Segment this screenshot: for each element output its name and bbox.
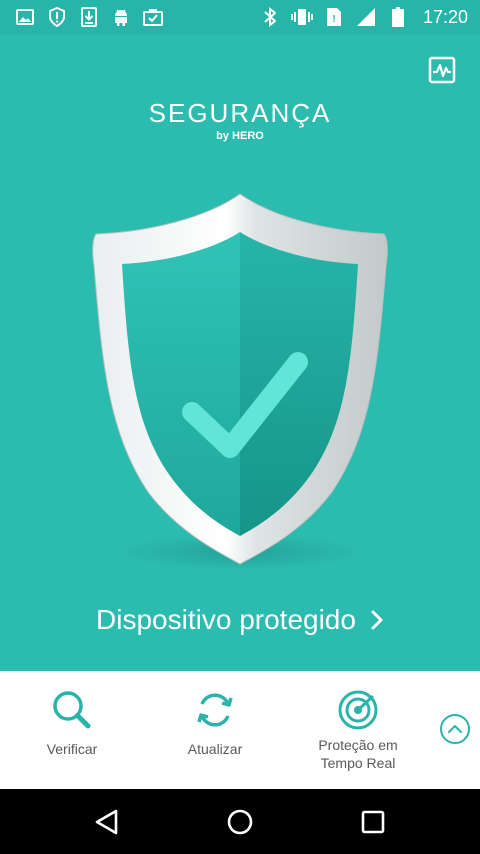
notification-icons: [14, 6, 164, 28]
realtime-protection-label: Proteção em Tempo Real: [300, 736, 416, 772]
system-status-icons: ! 17:20: [259, 6, 468, 28]
svg-text:!: !: [332, 14, 335, 25]
realtime-protection-button[interactable]: Proteção em Tempo Real: [300, 671, 416, 789]
vibrate-icon: [290, 6, 313, 28]
main-panel: SEGURANÇA by HERO Dispositivo protegido: [0, 34, 480, 671]
search-icon: [50, 688, 94, 732]
update-label: Atualizar: [187, 741, 243, 757]
clock: 17:20: [422, 6, 468, 27]
chevron-right-icon: [370, 606, 384, 638]
radar-target-icon: [336, 688, 380, 732]
recents-icon[interactable]: [358, 807, 388, 837]
alert-shield-icon: [46, 6, 68, 28]
update-button[interactable]: Atualizar: [160, 671, 270, 789]
chevron-up-circle-icon[interactable]: [439, 713, 471, 745]
home-icon[interactable]: [225, 807, 255, 837]
scan-button[interactable]: Verificar: [16, 671, 128, 789]
realtime-protection-label-line2: Tempo Real: [320, 755, 396, 771]
signal-icon: [355, 6, 377, 28]
refresh-icon: [193, 688, 237, 732]
no-sim-icon: !: [323, 6, 345, 28]
android-icon: [110, 6, 132, 28]
navigation-bar: [0, 789, 480, 854]
app-logo: SEGURANÇA by HERO: [0, 98, 480, 142]
status-bar: ! 17:20: [0, 0, 480, 34]
battery-icon: [387, 6, 409, 28]
download-icon: [78, 6, 100, 28]
app-title: SEGURANÇA: [148, 98, 332, 128]
image-icon: [14, 6, 36, 28]
realtime-protection-label-line1: Proteção em: [318, 737, 398, 753]
protection-status-label: Dispositivo protegido: [96, 604, 356, 635]
protection-status-link[interactable]: Dispositivo protegido: [0, 604, 480, 638]
briefcase-icon: [142, 6, 164, 28]
activity-chart-icon[interactable]: [428, 56, 456, 84]
app-subtitle: by HERO: [216, 130, 264, 142]
shield-check-icon: [88, 192, 392, 577]
actions-panel: Verificar Atualizar Proteção em Tempo Re…: [0, 671, 480, 789]
scan-label: Verificar: [46, 741, 98, 757]
bluetooth-icon: [259, 6, 281, 28]
back-icon[interactable]: [92, 807, 122, 837]
